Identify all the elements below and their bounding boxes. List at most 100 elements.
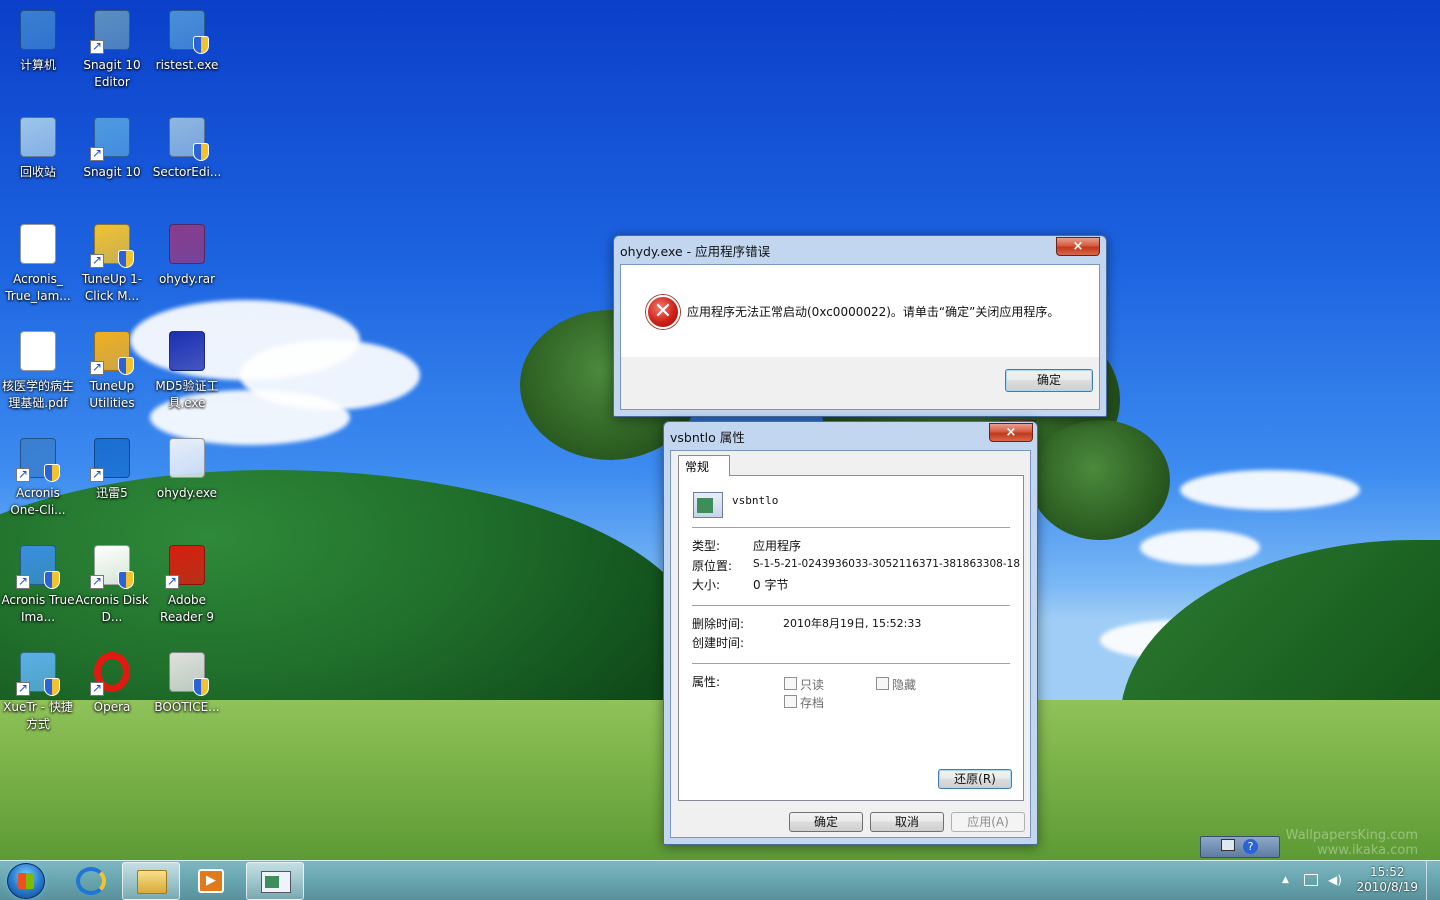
desktop-icon[interactable]: ohydy.exe [149, 434, 225, 502]
taskbar-explorer-button[interactable] [122, 862, 180, 900]
error-ok-button[interactable]: 确定 [1005, 369, 1093, 392]
cancel-button[interactable]: 取消 [870, 812, 944, 832]
desktop-icon[interactable]: XueTr - 快捷方式 [0, 648, 76, 733]
taskbar: ▶ ▲ ◀) 15:52 2010/8/19 [0, 860, 1440, 900]
properties-dialog-close-button[interactable]: × [989, 423, 1033, 442]
language-bar[interactable]: ? [1200, 836, 1280, 858]
uac-shield-icon [118, 250, 134, 268]
tab-general[interactable]: 常规 [678, 455, 730, 476]
desktop-icon[interactable]: Acronis_ True_Iam... [0, 220, 76, 305]
desktop-icon[interactable]: Acronis True Ima... [0, 541, 76, 626]
general-tab-panel: vsbntlo 类型: 应用程序 原位置: S-1-5-21-024393603… [678, 475, 1024, 801]
ristest-icon [163, 6, 211, 54]
shortcut-arrow-icon [90, 680, 104, 697]
uac-shield-icon [44, 678, 60, 696]
desktop-icon-label: Opera [93, 700, 131, 714]
properties-dialog-titlebar[interactable]: vsbntlo 属性 [664, 422, 1037, 450]
shortcut-arrow-icon [90, 38, 104, 55]
hidden-checkbox[interactable] [876, 677, 889, 690]
error-dialog-titlebar[interactable]: ohydy.exe - 应用程序错误 [614, 236, 1106, 264]
computer-icon [14, 6, 62, 54]
desktop-icon[interactable]: Snagit 10 Editor [74, 6, 150, 91]
window-app-icon [261, 871, 291, 893]
snagit-editor-icon [88, 6, 136, 55]
desktop-icon[interactable]: MD5验证工具.exe [149, 327, 225, 412]
desktop-icon[interactable]: Acronis One-Cli... [0, 434, 76, 519]
desktop-icon[interactable]: 迅雷5 [74, 434, 150, 502]
snagit-icon [88, 113, 136, 162]
separator [692, 527, 1010, 528]
start-button[interactable] [7, 863, 45, 899]
taskbar-media-button[interactable]: ▶ [182, 862, 240, 900]
hidden-label: 隐藏 [892, 678, 917, 692]
desktop-icon[interactable]: 回收站 [0, 113, 76, 181]
acronis-disk-icon [88, 541, 136, 590]
desktop-icon[interactable]: 核医学的病生理基础.pdf [0, 327, 76, 412]
restore-button[interactable]: 还原(R) [938, 769, 1012, 789]
internet-explorer-icon [76, 867, 106, 895]
volume-icon[interactable]: ◀) [1328, 873, 1342, 887]
acronis-true-image-icon [14, 541, 62, 590]
type-value: 应用程序 [753, 539, 802, 553]
readonly-checkbox[interactable] [784, 677, 797, 690]
desktop-icon-label: ristest.exe [155, 58, 219, 72]
desktop-icon-label: Acronis Disk D... [75, 593, 149, 624]
deleted-value: 2010年8月19日, 15:52:33 [783, 617, 922, 630]
desktop-icon-label: 迅雷5 [96, 486, 128, 500]
uac-shield-icon [193, 678, 209, 696]
md5-key-icon [163, 327, 211, 375]
desktop-icon[interactable]: TuneUp Utilities [74, 327, 150, 412]
taskbar-ie-button[interactable] [62, 862, 120, 900]
desktop-icon[interactable]: 计算机 [0, 6, 76, 74]
help-icon[interactable]: ? [1243, 839, 1258, 854]
desktop-icon[interactable]: ohydy.rar [149, 220, 225, 288]
file-name: vsbntlo [732, 494, 779, 507]
error-dialog-close-button[interactable]: × [1056, 237, 1100, 256]
clock-date: 2010/8/19 [1356, 880, 1418, 894]
system-tray: ▲ ◀) 15:52 2010/8/19 [1270, 861, 1440, 900]
clock[interactable]: 15:52 2010/8/19 [1356, 865, 1418, 895]
ok-button[interactable]: 确定 [789, 812, 863, 832]
tray-expand-icon[interactable]: ▲ [1282, 875, 1289, 885]
desktop-icon-label: ohydy.exe [156, 486, 218, 500]
uac-shield-icon [44, 464, 60, 482]
error-dialog-body: ✕ 应用程序无法正常启动(0xc0000022)。请单击“确定”关闭应用程序。 … [620, 264, 1100, 410]
error-dialog: ohydy.exe - 应用程序错误 × ✕ 应用程序无法正常启动(0xc000… [613, 235, 1107, 417]
size-value: 0 字节 [753, 578, 789, 592]
desktop-icon[interactable]: TuneUp 1-Click M... [74, 220, 150, 305]
acronis-icon [14, 434, 62, 483]
desktop-icon-label: XueTr - 快捷方式 [3, 700, 73, 731]
desktop-icon[interactable]: BOOTICE... [149, 648, 225, 716]
apply-button[interactable]: 应用(A) [951, 812, 1025, 832]
desktop-icon[interactable]: Snagit 10 [74, 113, 150, 181]
network-icon[interactable] [1304, 874, 1318, 886]
separator [692, 605, 1010, 606]
desktop-icon[interactable]: Opera [74, 648, 150, 716]
thunder-icon [88, 434, 136, 483]
uac-shield-icon [193, 143, 209, 161]
watermark-line: WallpapersKing.com [1285, 828, 1418, 843]
archive-checkbox[interactable] [784, 695, 797, 708]
taskbar-properties-button[interactable] [246, 862, 304, 900]
tuneup-icon [88, 220, 136, 269]
opera-icon [88, 648, 136, 697]
properties-dialog: vsbntlo 属性 × 常规 vsbntlo 类型: 应用程序 原位置: S-… [663, 421, 1038, 845]
desktop-icon-label: 计算机 [19, 58, 56, 72]
desktop-icon[interactable]: SectorEdi... [149, 113, 225, 181]
watermark: WallpapersKing.com www.ikaka.com [1286, 828, 1418, 858]
desktop-icon-label: TuneUp 1-Click M... [81, 272, 143, 303]
show-desktop-button[interactable] [1426, 861, 1440, 900]
exe-icon [163, 434, 211, 482]
desktop-icon-label: Snagit 10 [83, 165, 141, 179]
desktop-icon-label: Acronis One-Cli... [10, 486, 66, 517]
bootice-icon [163, 648, 211, 696]
archive-label: 存档 [800, 696, 825, 710]
desktop-icon[interactable]: ristest.exe [149, 6, 225, 74]
error-message: 应用程序无法正常启动(0xc0000022)。请单击“确定”关闭应用程序。 [687, 305, 1060, 319]
adobe-reader-icon [163, 541, 211, 590]
desktop-icon-label: Adobe Reader 9 [160, 593, 214, 624]
error-dialog-title: ohydy.exe - 应用程序错误 [620, 243, 771, 259]
cloud [1140, 530, 1260, 565]
desktop-icon[interactable]: Acronis Disk D... [74, 541, 150, 626]
desktop-icon[interactable]: Adobe Reader 9 [149, 541, 225, 626]
